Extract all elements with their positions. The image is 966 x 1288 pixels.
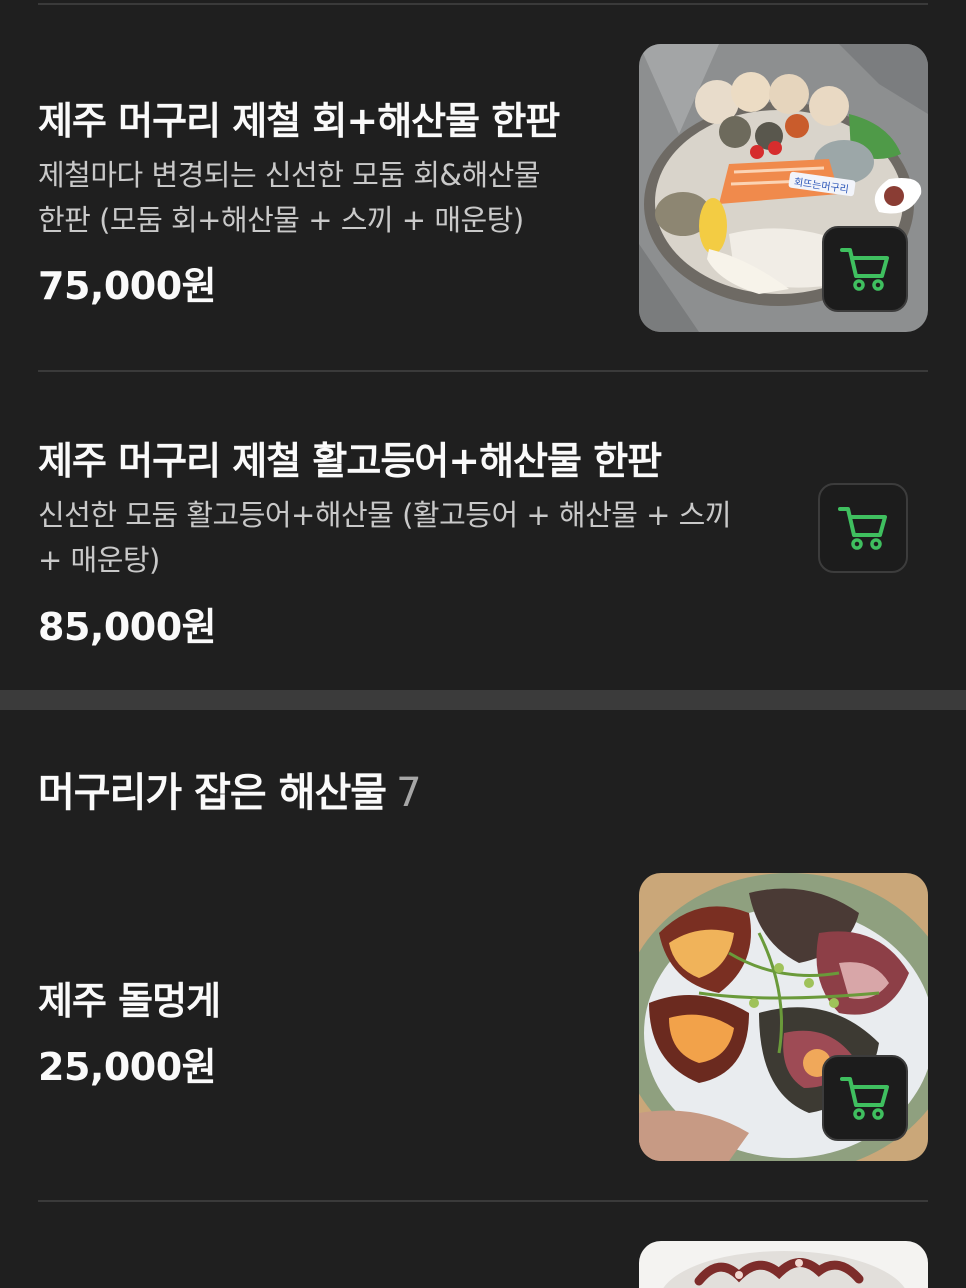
menu-item-title: 제주 머구리 제철 회+해산물 한판 <box>38 99 560 143</box>
menu-item-description-line: 제철마다 변경되는 신선한 모둠 회&해산물 <box>38 158 541 192</box>
menu-item-title: 제주 돌멍게 <box>38 979 221 1023</box>
menu-item-image[interactable] <box>639 873 928 1161</box>
menu-item-description: 신선한 모둠 활고등어+해산물 (활고등어 + 해산물 + 스끼 + 매운탕) <box>38 493 732 583</box>
menu-item-image[interactable] <box>639 1241 928 1288</box>
add-to-cart-button[interactable] <box>822 1055 908 1141</box>
item-divider <box>38 370 928 372</box>
top-divider <box>38 3 928 5</box>
section-title: 머구리가 잡은 해산물 <box>38 770 387 816</box>
add-to-cart-button[interactable] <box>818 483 908 573</box>
menu-item-price: 85,000원 <box>38 605 217 649</box>
octopus-dish-image <box>639 1241 928 1288</box>
shopping-cart-icon <box>840 248 889 291</box>
section-separator <box>0 690 966 710</box>
shopping-cart-icon <box>840 1077 889 1120</box>
menu-item-price: 25,000원 <box>38 1045 217 1089</box>
shopping-cart-icon <box>838 507 887 550</box>
section-header: 머구리가 잡은 해산물 7 <box>38 760 422 818</box>
menu-item-image[interactable]: 회뜨는머구리 <box>639 44 928 332</box>
menu-item-description-line: 신선한 모둠 활고등어+해산물 (활고등어 + 해산물 + 스끼 <box>38 498 732 532</box>
section-count: 7 <box>396 770 421 816</box>
item-divider <box>38 1200 928 1202</box>
add-to-cart-button[interactable] <box>822 226 908 312</box>
menu-item-description: 제철마다 변경되는 신선한 모둠 회&해산물 한판 (모둠 회+해산물 + 스끼… <box>38 153 541 243</box>
menu-item-description-line: 한판 (모둠 회+해산물 + 스끼 + 매운탕) <box>38 203 524 237</box>
menu-item-price: 75,000원 <box>38 264 217 308</box>
menu-item-description-line: + 매운탕) <box>38 543 160 577</box>
menu-item-title: 제주 머구리 제철 활고등어+해산물 한판 <box>38 439 662 483</box>
